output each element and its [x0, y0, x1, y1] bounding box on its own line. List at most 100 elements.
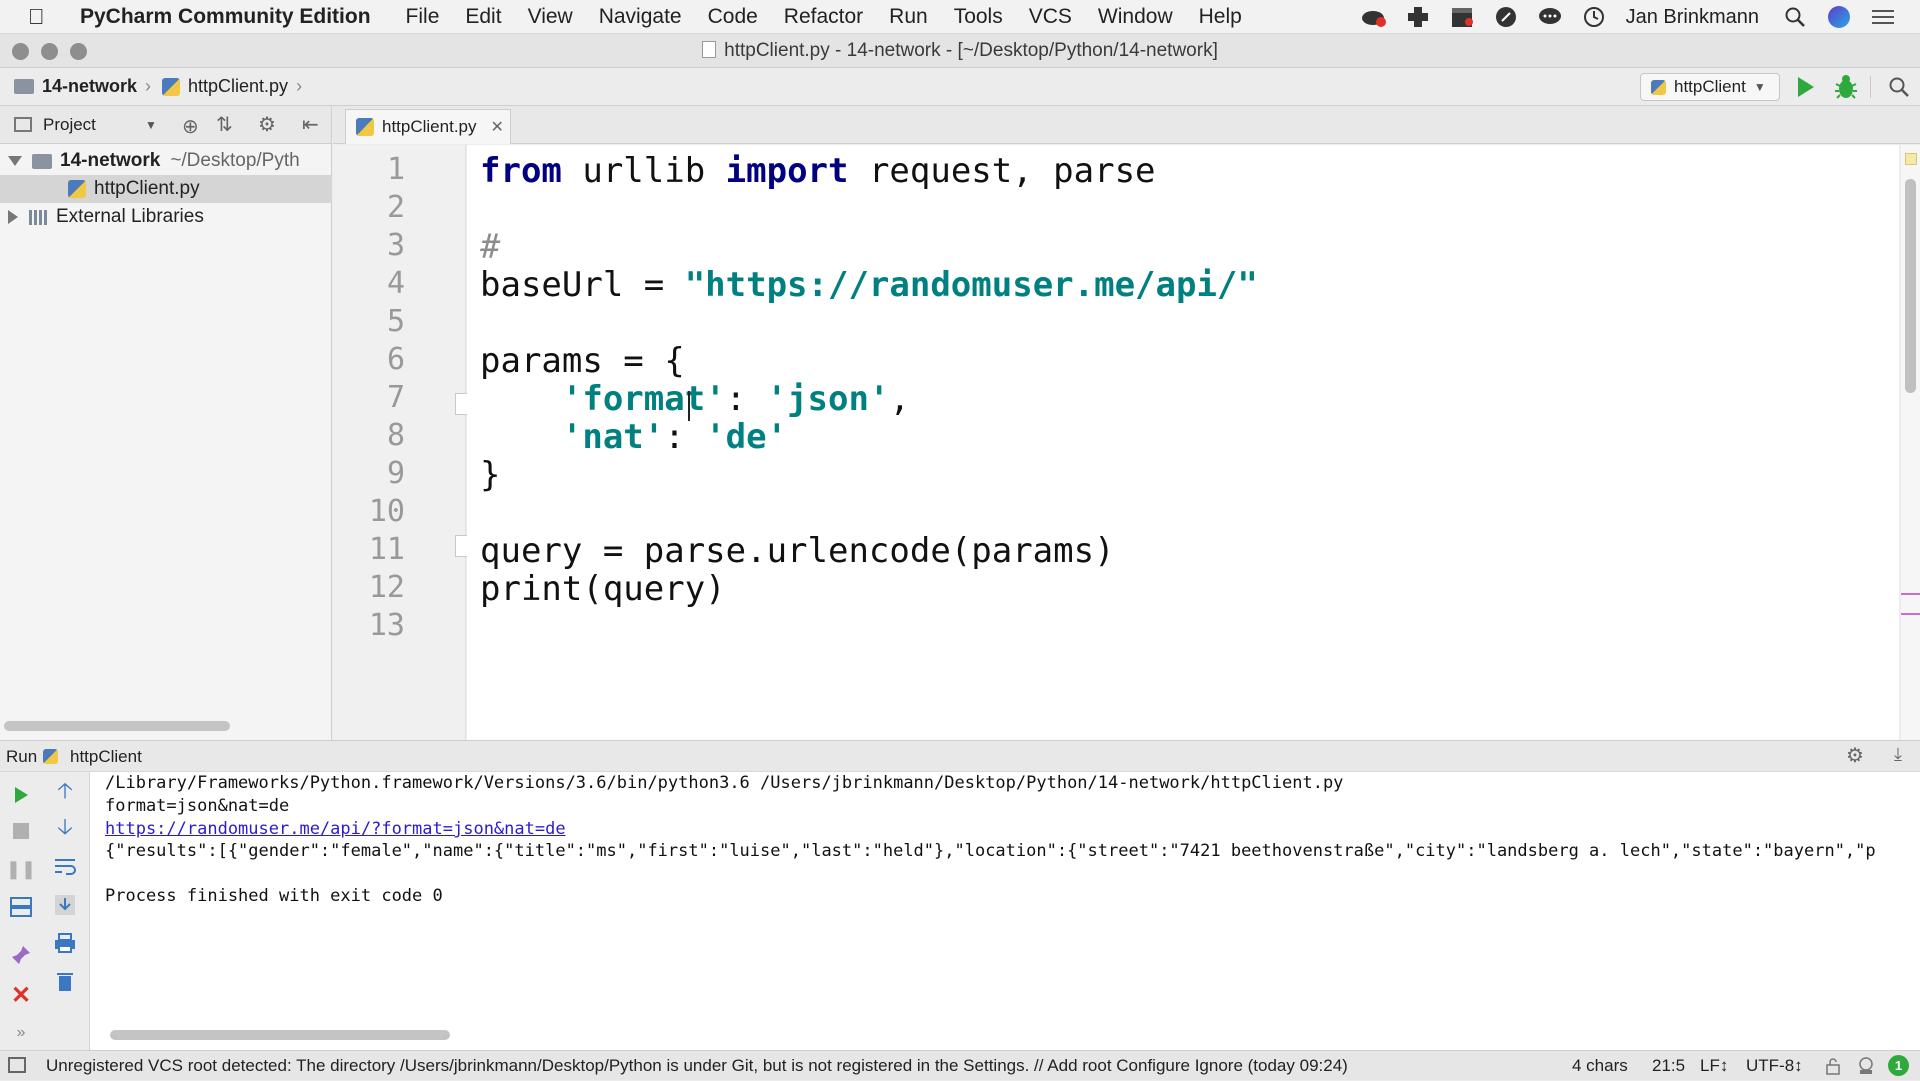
- scroll-to-end-icon[interactable]: [52, 892, 78, 918]
- project-view-selector[interactable]: Project: [43, 115, 96, 135]
- project-view-icon: [14, 117, 32, 132]
- menu-window[interactable]: Window: [1098, 5, 1173, 29]
- identifier-token: urllib: [561, 151, 726, 191]
- close-tab-icon[interactable]: ✕: [491, 117, 504, 137]
- print-icon[interactable]: [52, 930, 78, 956]
- run-button[interactable]: [1798, 77, 1814, 97]
- menu-file[interactable]: File: [406, 5, 440, 29]
- string-token: 'de': [705, 417, 788, 457]
- change-marker[interactable]: [1901, 613, 1920, 615]
- string-token: 'format': [561, 379, 726, 419]
- expand-arrow-icon[interactable]: [8, 156, 22, 166]
- notification-center-icon[interactable]: [1870, 4, 1896, 30]
- chevron-down-icon[interactable]: ▼: [145, 118, 157, 132]
- down-arrow-icon[interactable]: 🡣: [52, 814, 78, 842]
- clapper-icon[interactable]: [1449, 4, 1475, 30]
- punctuation-token: ,: [889, 379, 910, 419]
- toolbar-divider: [1870, 76, 1871, 98]
- console-line: Process finished with exit code 0: [105, 886, 443, 906]
- tab-label: httpClient.py: [382, 117, 477, 136]
- chat-icon[interactable]: [1537, 4, 1563, 30]
- project-horizontal-scrollbar[interactable]: [4, 721, 230, 731]
- menu-code[interactable]: Code: [708, 5, 758, 29]
- breadcrumb-file[interactable]: httpClient.py ›: [162, 76, 302, 97]
- pin-icon[interactable]: [8, 942, 34, 968]
- console-url-link[interactable]: https://randomuser.me/api/?format=json&n…: [105, 819, 566, 839]
- menu-vcs[interactable]: VCS: [1029, 5, 1072, 29]
- python-file-icon: [356, 118, 374, 136]
- user-name[interactable]: Jan Brinkmann: [1626, 6, 1759, 29]
- caret-position[interactable]: 21:5: [1652, 1056, 1685, 1076]
- inspection-status-icon[interactable]: [1905, 153, 1917, 165]
- settings-gear-icon[interactable]: ⚙: [1846, 743, 1864, 768]
- file-encoding[interactable]: UTF-8↕: [1746, 1056, 1803, 1076]
- change-marker[interactable]: [1901, 593, 1920, 595]
- spotlight-search-icon[interactable]: [1782, 4, 1808, 30]
- up-arrow-icon[interactable]: 🡡: [52, 778, 78, 806]
- python-file-icon: [1651, 79, 1666, 95]
- file-icon: [702, 41, 717, 58]
- run-configuration-label: httpClient: [1674, 77, 1746, 96]
- more-icon[interactable]: »: [8, 1020, 34, 1046]
- plugin-icon[interactable]: [1405, 4, 1431, 30]
- folder-icon: [14, 79, 34, 94]
- menu-help[interactable]: Help: [1199, 5, 1242, 29]
- search-everywhere-button[interactable]: [1888, 76, 1910, 103]
- python-file-icon: [68, 180, 86, 198]
- lock-icon[interactable]: [1826, 1057, 1840, 1080]
- breadcrumb-file-label: httpClient.py: [188, 76, 289, 96]
- editor-vertical-scrollbar[interactable]: [1901, 145, 1920, 740]
- code-line-8: 'nat': 'de': [480, 417, 787, 457]
- console-horizontal-scrollbar[interactable]: [110, 1030, 450, 1040]
- layout-icon[interactable]: [8, 894, 34, 920]
- tab-httpclient[interactable]: httpClient.py ✕: [345, 109, 511, 144]
- stop-icon: [13, 823, 29, 839]
- tree-item-httpclient[interactable]: httpClient.py: [0, 175, 332, 203]
- app-menu[interactable]: PyCharm Community Edition: [80, 5, 371, 29]
- hide-panel-icon[interactable]: ⇤: [302, 112, 319, 137]
- rerun-button[interactable]: [8, 782, 34, 808]
- menu-run[interactable]: Run: [889, 5, 928, 29]
- tool-windows-icon[interactable]: [8, 1057, 26, 1073]
- line-separator[interactable]: LF↕: [1700, 1056, 1728, 1076]
- collapse-arrow-icon[interactable]: [8, 210, 18, 224]
- editor-scrollbar-thumb[interactable]: [1905, 179, 1916, 393]
- window-title: httpClient.py - 14-network - [~/Desktop/…: [0, 40, 1920, 62]
- hide-panel-icon[interactable]: ⤓: [1894, 744, 1902, 765]
- run-tab-label[interactable]: httpClient: [70, 747, 142, 767]
- console-line: /Library/Frameworks/Python.framework/Ver…: [105, 773, 1344, 793]
- scroll-from-source-icon[interactable]: ⊕: [182, 114, 199, 139]
- siri-icon[interactable]: [1826, 4, 1852, 30]
- apple-menu-icon[interactable]: : [28, 4, 68, 30]
- event-log-badge[interactable]: 1: [1888, 1055, 1909, 1076]
- collapse-all-icon[interactable]: ⇅: [216, 112, 233, 137]
- close-icon[interactable]: ✕: [8, 982, 34, 1009]
- line-number: 6: [386, 342, 405, 377]
- soft-wrap-icon[interactable]: [52, 854, 78, 880]
- tree-item-project-root[interactable]: 14-network ~/Desktop/Pyth: [0, 147, 332, 175]
- menu-edit[interactable]: Edit: [465, 5, 501, 29]
- inspector-icon[interactable]: [1856, 1056, 1876, 1081]
- run-configuration-select[interactable]: httpClient ▼: [1640, 73, 1780, 101]
- debug-button[interactable]: [1834, 74, 1858, 105]
- menu-view[interactable]: View: [528, 5, 573, 29]
- pause-icon[interactable]: ❚❚: [6, 856, 36, 882]
- trash-icon[interactable]: [52, 968, 78, 994]
- time-machine-icon[interactable]: [1581, 4, 1607, 30]
- breadcrumb-project[interactable]: 14-network ›: [14, 76, 151, 97]
- line-number: 12: [368, 570, 405, 605]
- console-output[interactable]: /Library/Frameworks/Python.framework/Ver…: [90, 772, 1920, 1050]
- menu-tools[interactable]: Tools: [954, 5, 1003, 29]
- folder-icon: [32, 153, 52, 169]
- code-editor[interactable]: from urllib import request, parse # base…: [467, 145, 1899, 740]
- chevron-down-icon: ▼: [1753, 80, 1766, 94]
- settings-gear-icon[interactable]: ⚙: [258, 112, 276, 137]
- menu-refactor[interactable]: Refactor: [784, 5, 863, 29]
- evernote-icon[interactable]: [1493, 4, 1519, 30]
- tree-item-external-libraries[interactable]: External Libraries: [0, 203, 332, 231]
- creative-cloud-icon[interactable]: [1361, 4, 1387, 30]
- navigation-bar: 14-network › httpClient.py › httpClient …: [0, 68, 1920, 106]
- menu-navigate[interactable]: Navigate: [599, 5, 682, 29]
- stop-button[interactable]: [8, 818, 34, 844]
- status-message[interactable]: Unregistered VCS root detected: The dire…: [46, 1056, 1348, 1076]
